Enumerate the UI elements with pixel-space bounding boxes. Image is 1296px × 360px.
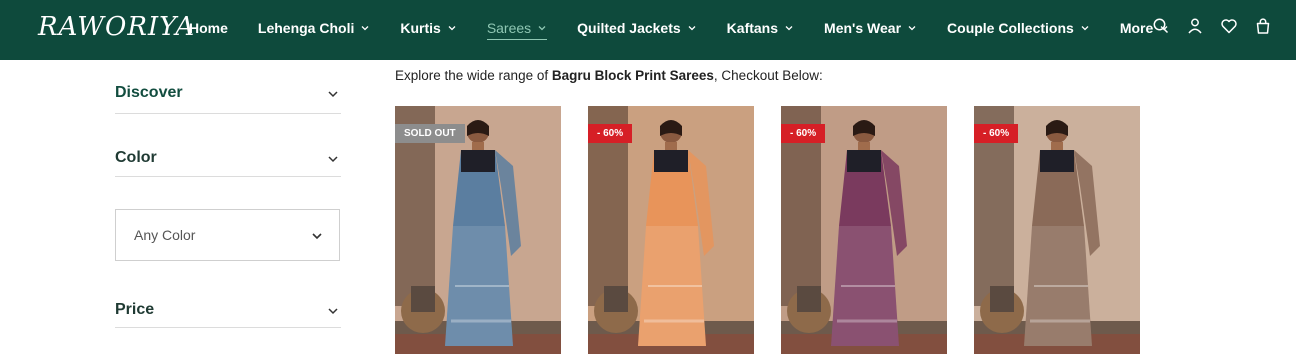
product-image[interactable]	[974, 106, 1140, 354]
nav-item-label: More	[1119, 20, 1154, 36]
product-image[interactable]	[588, 106, 754, 354]
product-image[interactable]	[781, 106, 947, 354]
cart-icon[interactable]	[1254, 17, 1272, 35]
chevron-down-icon	[448, 26, 456, 31]
product-card[interactable]: - 60%	[588, 106, 754, 354]
header-actions	[1152, 17, 1272, 35]
chevron-down-icon	[688, 26, 696, 31]
color-select-value: Any Color	[134, 227, 196, 243]
nav-item-label: Quilted Jackets	[577, 20, 681, 36]
product-badge: - 60%	[588, 124, 633, 143]
nav-item-mens-wear[interactable]: Men's Wear	[824, 0, 917, 56]
search-icon[interactable]	[1152, 17, 1170, 35]
filter-label: Discover	[115, 84, 183, 101]
nav-item-quilted-jackets[interactable]: Quilted Jackets	[577, 0, 697, 56]
intro-text: Explore the wide range of	[395, 68, 552, 83]
site-header: RAWORIYA Home Lehenga Choli Kurtis Saree…	[0, 0, 1296, 60]
product-card[interactable]: - 60%	[781, 106, 947, 354]
chevron-down-icon	[538, 26, 546, 31]
filter-label: Color	[115, 149, 157, 166]
nav-item-sarees[interactable]: Sarees	[486, 0, 548, 56]
product-badge: SOLD OUT	[395, 124, 465, 143]
nav-item-kaftans[interactable]: Kaftans	[727, 0, 794, 56]
product-badge: - 60%	[974, 124, 1019, 143]
product-image[interactable]	[395, 106, 561, 354]
filter-price[interactable]: Price	[115, 288, 341, 328]
nav-item-home[interactable]: Home	[189, 0, 228, 56]
nav-item-kurtis[interactable]: Kurtis	[400, 0, 456, 56]
nav-item-label: Couple Collections	[947, 20, 1074, 36]
nav-item-lehenga-choli[interactable]: Lehenga Choli	[258, 0, 370, 56]
chevron-down-icon	[1081, 26, 1089, 31]
chevron-down-icon	[908, 26, 916, 31]
product-card[interactable]: - 60%	[974, 106, 1140, 354]
chevron-down-icon	[328, 308, 338, 315]
filter-color[interactable]: Color	[115, 114, 341, 177]
nav-item-label: Sarees	[486, 20, 532, 36]
collection-intro: Explore the wide range of Bagru Block Pr…	[395, 68, 823, 83]
chevron-down-icon	[785, 26, 793, 31]
chevron-down-icon	[328, 156, 338, 163]
nav-item-label: Home	[189, 20, 228, 36]
nav-item-label: Kaftans	[726, 20, 779, 36]
chevron-down-icon	[361, 26, 369, 31]
site-logo[interactable]: RAWORIYA	[38, 12, 195, 42]
product-badge: - 60%	[781, 124, 826, 143]
account-icon[interactable]	[1186, 17, 1204, 35]
intro-collection-name: Bagru Block Print Sarees	[551, 68, 714, 83]
color-select[interactable]: Any Color	[115, 209, 340, 261]
filter-label: Price	[115, 301, 155, 318]
intro-text-suffix: , Checkout Below:	[713, 68, 823, 83]
main-nav: Home Lehenga Choli Kurtis Sarees Quilted…	[189, 0, 1169, 56]
nav-item-label: Lehenga Choli	[257, 20, 355, 36]
filter-discover[interactable]: Discover	[115, 60, 341, 114]
product-card[interactable]: SOLD OUT	[395, 106, 561, 354]
wishlist-icon[interactable]	[1220, 17, 1238, 35]
nav-item-label: Men's Wear	[824, 20, 902, 36]
nav-item-label: Kurtis	[400, 20, 441, 36]
nav-item-couple-collections[interactable]: Couple Collections	[947, 0, 1090, 56]
chevron-down-icon	[312, 233, 322, 240]
chevron-down-icon	[328, 91, 338, 98]
